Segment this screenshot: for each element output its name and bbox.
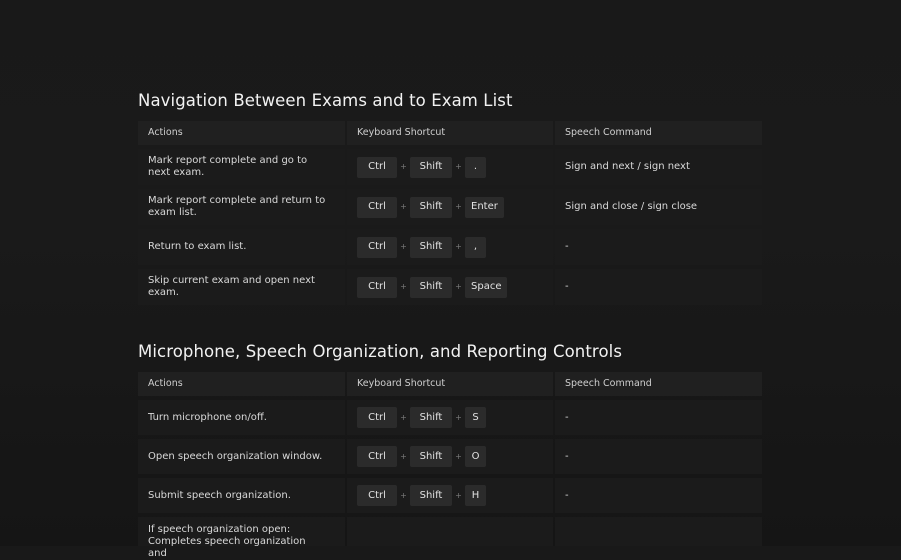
key-period: . — [465, 156, 486, 178]
shortcut-cell: Ctrl + Shift + Space — [347, 269, 553, 305]
speech-command-text: - — [555, 229, 762, 265]
action-text: Return to exam list. — [138, 229, 345, 265]
key-ctrl: Ctrl — [357, 196, 397, 218]
shortcut-cell: Ctrl + Shift + . — [347, 149, 553, 185]
table-row: If speech organization open: Completes s… — [138, 517, 762, 559]
header-keyboard-shortcut: Keyboard Shortcut — [347, 372, 553, 396]
action-text: Mark report complete and return to exam … — [138, 189, 345, 225]
speech-command-text: - — [555, 478, 762, 513]
plus-icon: + — [400, 451, 407, 461]
action-text: Submit speech organization. — [138, 478, 345, 513]
key-ctrl: Ctrl — [357, 156, 397, 178]
key-shift: Shift — [410, 485, 452, 506]
plus-icon: + — [455, 412, 462, 422]
key-ctrl: Ctrl — [357, 236, 397, 258]
key-comma: , — [465, 236, 486, 258]
shortcut-cell: Ctrl + Shift + H — [347, 478, 553, 513]
speech-command-text: - — [555, 269, 762, 305]
section-title-microphone: Microphone, Speech Organization, and Rep… — [138, 342, 623, 361]
table-row: Mark report complete and go to next exam… — [138, 149, 762, 185]
key-h: H — [465, 485, 486, 506]
key-enter: Enter — [465, 196, 504, 218]
speech-command-text — [555, 517, 762, 546]
key-ctrl: Ctrl — [357, 276, 397, 298]
action-text: Skip current exam and open next exam. — [138, 269, 345, 305]
header-keyboard-shortcut: Keyboard Shortcut — [347, 121, 553, 145]
shortcut-cell: Ctrl + Shift + S — [347, 400, 553, 435]
shortcut-cell: Ctrl + Shift + , — [347, 229, 553, 265]
table-row: Mark report complete and return to exam … — [138, 189, 762, 225]
key-shift: Shift — [410, 407, 452, 428]
key-s: S — [465, 407, 486, 428]
shortcut-cell — [347, 517, 553, 546]
table-row: Return to exam list. Ctrl + Shift + , - — [138, 229, 762, 265]
key-ctrl: Ctrl — [357, 407, 397, 428]
speech-command-text: Sign and close / sign close — [555, 189, 762, 225]
plus-icon: + — [400, 412, 407, 422]
shortcut-cell: Ctrl + Shift + O — [347, 439, 553, 474]
key-ctrl: Ctrl — [357, 485, 397, 506]
speech-command-text: - — [555, 400, 762, 435]
table-row: Submit speech organization. Ctrl + Shift… — [138, 478, 762, 513]
speech-command-text: - — [555, 439, 762, 474]
key-ctrl: Ctrl — [357, 446, 397, 467]
header-actions: Actions — [138, 121, 345, 145]
table-row: Skip current exam and open next exam. Ct… — [138, 269, 762, 305]
speech-command-text: Sign and next / sign next — [555, 149, 762, 185]
plus-icon: + — [455, 451, 462, 461]
key-space: Space — [465, 276, 508, 298]
action-text: Mark report complete and go to next exam… — [138, 149, 345, 185]
plus-icon: + — [400, 242, 407, 251]
shortcut-cell: Ctrl + Shift + Enter — [347, 189, 553, 225]
plus-icon: + — [400, 202, 407, 211]
key-shift: Shift — [410, 446, 452, 467]
key-shift: Shift — [410, 276, 452, 298]
key-shift: Shift — [410, 236, 452, 258]
table-row: Turn microphone on/off. Ctrl + Shift + S… — [138, 400, 762, 435]
action-text: If speech organization open: Completes s… — [138, 517, 345, 559]
header-speech-command: Speech Command — [555, 121, 762, 145]
plus-icon: + — [400, 490, 407, 500]
header-actions: Actions — [138, 372, 345, 396]
section-title-navigation: Navigation Between Exams and to Exam Lis… — [138, 91, 513, 110]
plus-icon: + — [455, 202, 462, 211]
action-text: Open speech organization window. — [138, 439, 345, 474]
table-header: Actions Keyboard Shortcut Speech Command — [138, 372, 762, 396]
plus-icon: + — [455, 162, 462, 171]
key-shift: Shift — [410, 196, 452, 218]
header-speech-command: Speech Command — [555, 372, 762, 396]
plus-icon: + — [400, 162, 407, 171]
table-header: Actions Keyboard Shortcut Speech Command — [138, 121, 762, 145]
plus-icon: + — [455, 490, 462, 500]
action-text: Turn microphone on/off. — [138, 400, 345, 435]
key-o: O — [465, 446, 486, 467]
key-shift: Shift — [410, 156, 452, 178]
plus-icon: + — [455, 242, 462, 251]
plus-icon: + — [400, 282, 407, 291]
plus-icon: + — [455, 282, 462, 291]
table-row: Open speech organization window. Ctrl + … — [138, 439, 762, 474]
